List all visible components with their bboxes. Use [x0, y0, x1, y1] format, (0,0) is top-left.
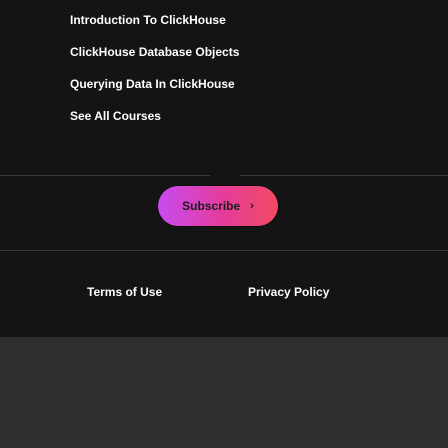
course-link-introduction[interactable]: Introduction To ClickHouse [70, 13, 226, 27]
privacy-policy-link[interactable]: Privacy Policy [248, 285, 329, 299]
footer-panel: Introduction To ClickHouse ClickHouse Da… [0, 0, 448, 337]
course-link-database-objects[interactable]: ClickHouse Database Objects [70, 45, 239, 59]
subscribe-label: Subscribe [182, 199, 241, 213]
course-link-querying-data[interactable]: Querying Data In ClickHouse [70, 77, 235, 91]
chevron-right-icon: › [250, 200, 254, 212]
divider-right [240, 175, 448, 176]
see-all-courses-link[interactable]: See All Courses [70, 109, 161, 123]
subscribe-button[interactable]: Subscribe › [158, 186, 278, 226]
divider-left [0, 175, 210, 176]
terms-of-use-link[interactable]: Terms of Use [87, 285, 162, 299]
divider-full [0, 250, 448, 251]
